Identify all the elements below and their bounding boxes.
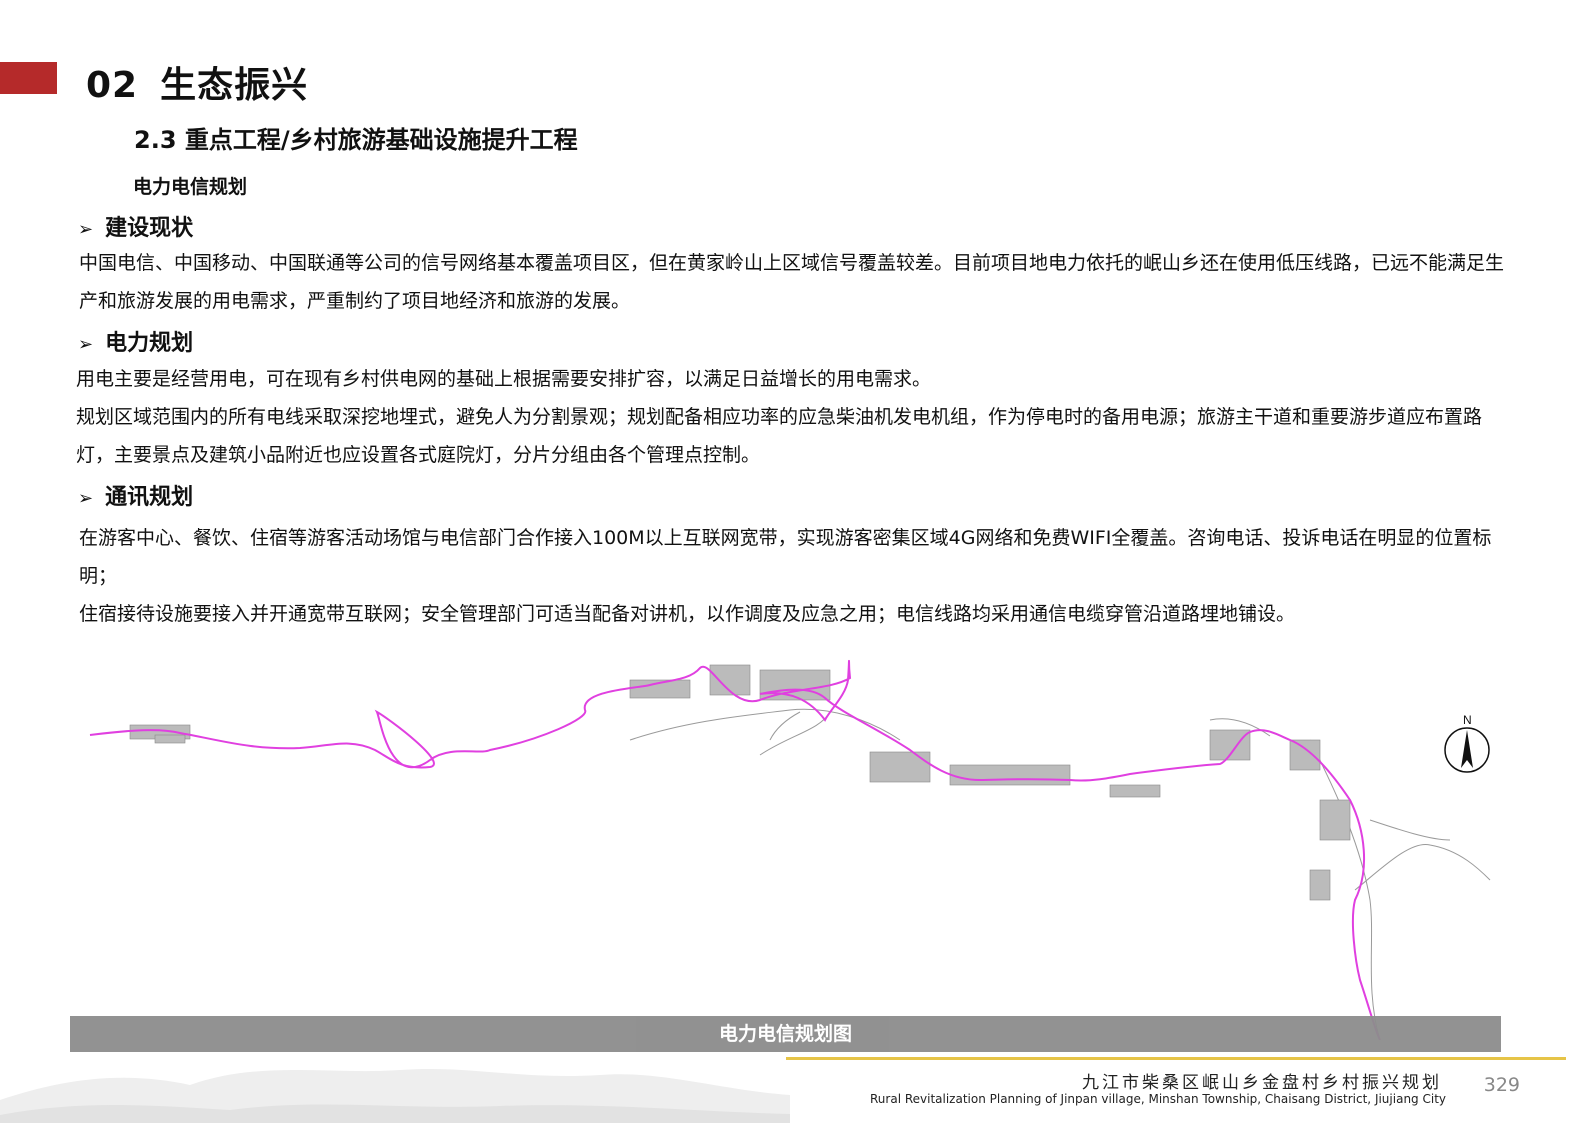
chapter-number: 02: [86, 65, 139, 106]
page-number: 329: [1483, 1074, 1520, 1096]
north-label: N: [1463, 713, 1472, 727]
north-arrow-icon: N: [1444, 713, 1490, 773]
footer-title-cn: 九江市柴桑区岷山乡金盘村乡村振兴规划: [1082, 1073, 1442, 1093]
bullet-heading-telecom: ➢ 通讯规划: [78, 479, 193, 511]
paragraph-power-1: 用电主要是经营用电，可在现有乡村供电网的基础上根据需要安排扩容，以满足日益增长的…: [76, 368, 932, 390]
arrow-bullet-icon: ➢: [78, 219, 94, 240]
bullet-heading-label: 通讯规划: [105, 485, 194, 510]
paragraph-telecom-1: 在游客中心、餐饮、住宿等游客活动场馆与电信部门合作接入100M以上互联网宽带，实…: [79, 527, 1492, 587]
bullet-heading-label: 电力规划: [105, 331, 194, 356]
footer-accent-line: [786, 1057, 1566, 1060]
paragraph-status: 中国电信、中国移动、中国联通等公司的信号网络基本覆盖项目区，但在黄家岭山上区域信…: [79, 252, 1505, 312]
chapter-accent-bar: [0, 62, 57, 94]
paragraph-power-2: 规划区域范围内的所有电线采取深挖地埋式，避免人为分割景观；规划配备相应功率的应急…: [76, 406, 1483, 466]
subheading: 电力电信规划: [133, 176, 248, 198]
landscape-decoration: [0, 1068, 790, 1123]
footer-title-en: Rural Revitalization Planning of Jinpan …: [870, 1092, 1446, 1106]
bullet-heading-power: ➢ 电力规划: [78, 325, 193, 357]
section-title: 2.3 重点工程/乡村旅游基础设施提升工程: [134, 126, 578, 154]
bullet-heading-label: 建设现状: [105, 216, 194, 241]
paragraph-telecom-2: 住宿接待设施要接入并开通宽带互联网；安全管理部门可适当配备对讲机，以作调度及应急…: [79, 603, 1296, 625]
power-telecom-plan-map: N: [89, 660, 1491, 1040]
bullet-heading-status: ➢ 建设现状: [78, 210, 193, 242]
chapter-name: 生态振兴: [160, 65, 309, 106]
arrow-bullet-icon: ➢: [78, 334, 94, 355]
arrow-bullet-icon: ➢: [78, 488, 94, 509]
chapter-title: 02 生态振兴: [86, 56, 308, 108]
